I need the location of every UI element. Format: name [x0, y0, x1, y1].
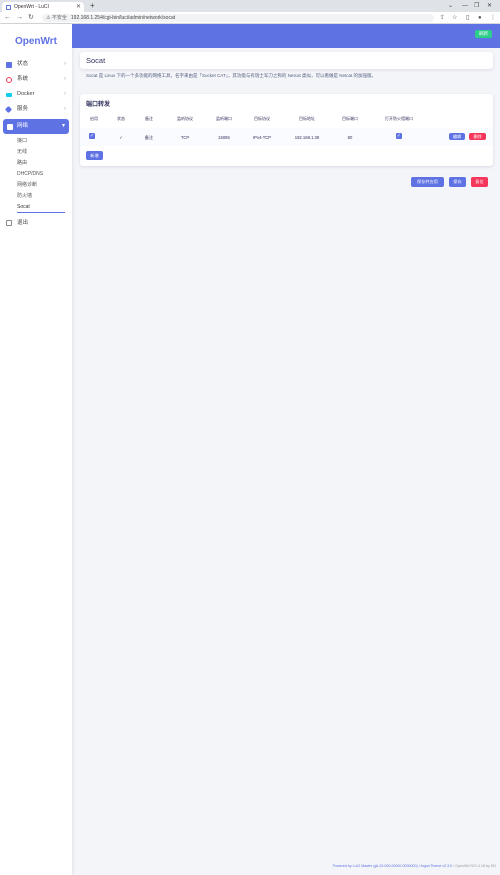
sidebar-item-label: 退出: [17, 220, 29, 226]
add-button[interactable]: 新增: [86, 151, 103, 160]
bookmark-icon[interactable]: ☆: [452, 12, 457, 24]
tab-list-icon[interactable]: ⌄: [448, 0, 453, 12]
close-tab-icon[interactable]: ✕: [76, 2, 81, 12]
sidebar-item-label: 服务: [17, 106, 29, 112]
page-title-card: Socat: [80, 52, 493, 69]
delete-button[interactable]: 删除: [469, 133, 486, 140]
firewall-checkbox[interactable]: ✓: [396, 133, 402, 139]
footer-powered-by[interactable]: Powered by LuCI Master (git-20.000.00000…: [333, 864, 453, 868]
target-addr-cell: 192.168.1.39: [294, 135, 320, 140]
sidebar-subitem-socat[interactable]: Socat: [17, 202, 65, 213]
column-header: 监听端口: [216, 116, 232, 121]
save-button[interactable]: 保存: [449, 177, 466, 187]
gear-icon: [6, 77, 12, 83]
column-header: 启用: [90, 116, 98, 121]
target-proto-cell: IPv4-TCP: [252, 135, 272, 140]
new-tab-button[interactable]: +: [90, 0, 95, 12]
browser-tab[interactable]: OpenWrt - LuCI ✕: [2, 2, 84, 12]
logout-icon: [6, 220, 12, 226]
window-close-icon[interactable]: ✕: [487, 0, 492, 12]
listen-proto-cell: TCP: [180, 135, 190, 140]
sidepanel-icon[interactable]: ▯: [466, 12, 469, 24]
url-text: 192.168.1.254/cgi-bin/luci/admin/network…: [70, 15, 176, 21]
sidebar-subitem-dhcp-dns[interactable]: DHCP/DNS: [0, 169, 72, 180]
brand-logo[interactable]: OpenWrt: [0, 36, 72, 47]
footer: Powered by LuCI Master (git-20.000.00000…: [260, 864, 496, 868]
reset-button[interactable]: 复位: [471, 177, 488, 187]
maximize-icon[interactable]: ❐: [474, 0, 479, 12]
url-input[interactable]: ⚠ 不安全 192.168.1.254/cgi-bin/luci/admin/ne…: [42, 14, 434, 22]
services-icon: [4, 105, 13, 114]
sidebar-subitem-firewall[interactable]: 防火墙: [0, 191, 72, 202]
chevron-right-icon: ›: [64, 61, 66, 67]
page-title: Socat: [86, 56, 106, 65]
docker-icon: [6, 93, 12, 97]
sidebar-subitem-routes[interactable]: 路由: [0, 158, 72, 169]
sidebar-item-services[interactable]: 服务 ›: [0, 102, 72, 117]
sidebar-item-label: 网络: [17, 123, 29, 129]
sidebar-item-network[interactable]: 网络 ▾: [3, 119, 69, 134]
table-row: ✓ ✓ 备注 TCP 15085 IPv4-TCP 192.168.1.39 8…: [80, 128, 493, 146]
remark-cell: 备注: [144, 135, 154, 140]
sidebar-item-docker[interactable]: Docker ›: [0, 87, 72, 102]
sidebar-item-label: 系统: [17, 76, 29, 82]
sidebar-item-label: Docker: [17, 91, 35, 97]
chevron-down-icon: ▾: [61, 123, 65, 129]
column-header: 备注: [145, 116, 153, 121]
column-header: 打开防火墙端口: [385, 116, 413, 121]
profile-icon[interactable]: ●: [478, 12, 482, 24]
sidebar-subitem-wireless[interactable]: 无线: [0, 147, 72, 158]
sidebar-item-label: 状态: [17, 61, 29, 67]
network-icon: [7, 124, 13, 130]
column-header: 监听协议: [177, 116, 193, 121]
target-port-cell: 80: [347, 135, 353, 140]
page-description: Socat 是 Linux 下的一个多功能的网络工具，名字来由是「Socket …: [86, 73, 376, 78]
chevron-right-icon: ›: [64, 76, 66, 82]
menu-icon[interactable]: ⋮: [490, 12, 496, 24]
section-title: 端口转发: [86, 102, 111, 108]
favicon-icon: [6, 5, 11, 10]
chevron-right-icon: ›: [64, 106, 66, 112]
sidebar: OpenWrt 状态 › 系统 › Docker › 服务 › 网络 ▾ 接口 …: [0, 24, 72, 875]
browser-tab-bar: OpenWrt - LuCI ✕ + ⌄ — ❐ ✕: [0, 0, 500, 12]
sidebar-subitem-interfaces[interactable]: 接口: [0, 136, 72, 147]
enabled-checkbox[interactable]: ✓: [89, 133, 95, 139]
sidebar-subitem-diagnostics[interactable]: 网络诊断: [0, 180, 72, 191]
column-header: 状态: [117, 116, 125, 121]
chevron-right-icon: ›: [64, 91, 66, 97]
footer-version: / OpenWrt R21.4.18 by DD: [453, 864, 496, 868]
column-header: 目标端口: [342, 116, 358, 121]
minimize-icon[interactable]: —: [462, 0, 468, 12]
top-header: 刷新: [72, 24, 500, 48]
reload-icon[interactable]: ↻: [28, 12, 34, 24]
save-apply-button[interactable]: 保存并应用: [411, 177, 444, 187]
column-header: 目标协议: [254, 116, 270, 121]
insecure-badge[interactable]: ⚠ 不安全: [46, 15, 67, 21]
tab-title: OpenWrt - LuCI: [14, 4, 49, 10]
listen-port-cell: 15085: [218, 135, 230, 140]
dashboard-icon: [6, 62, 12, 68]
refresh-button[interactable]: 刷新: [475, 30, 492, 38]
address-bar-row: ← → ↻ ⚠ 不安全 192.168.1.254/cgi-bin/luci/ad…: [0, 12, 500, 24]
status-cell: ✓: [119, 135, 123, 140]
forward-icon[interactable]: →: [16, 12, 23, 24]
sidebar-item-system[interactable]: 系统 ›: [0, 72, 72, 87]
column-header: 目标地址: [299, 116, 315, 121]
back-icon[interactable]: ←: [4, 12, 11, 24]
edit-button[interactable]: 编辑: [449, 133, 465, 140]
sidebar-item-status[interactable]: 状态 ›: [0, 57, 72, 72]
share-icon[interactable]: ⇪: [440, 12, 445, 24]
sidebar-item-logout[interactable]: 退出: [0, 216, 72, 230]
sidebar-menu: 状态 › 系统 › Docker › 服务 › 网络 ▾ 接口 无线 路由 DH…: [0, 57, 72, 230]
table-header: 启用 状态 备注 监听协议 监听端口 目标协议 目标地址 目标端口 打开防火墙端…: [80, 112, 493, 126]
